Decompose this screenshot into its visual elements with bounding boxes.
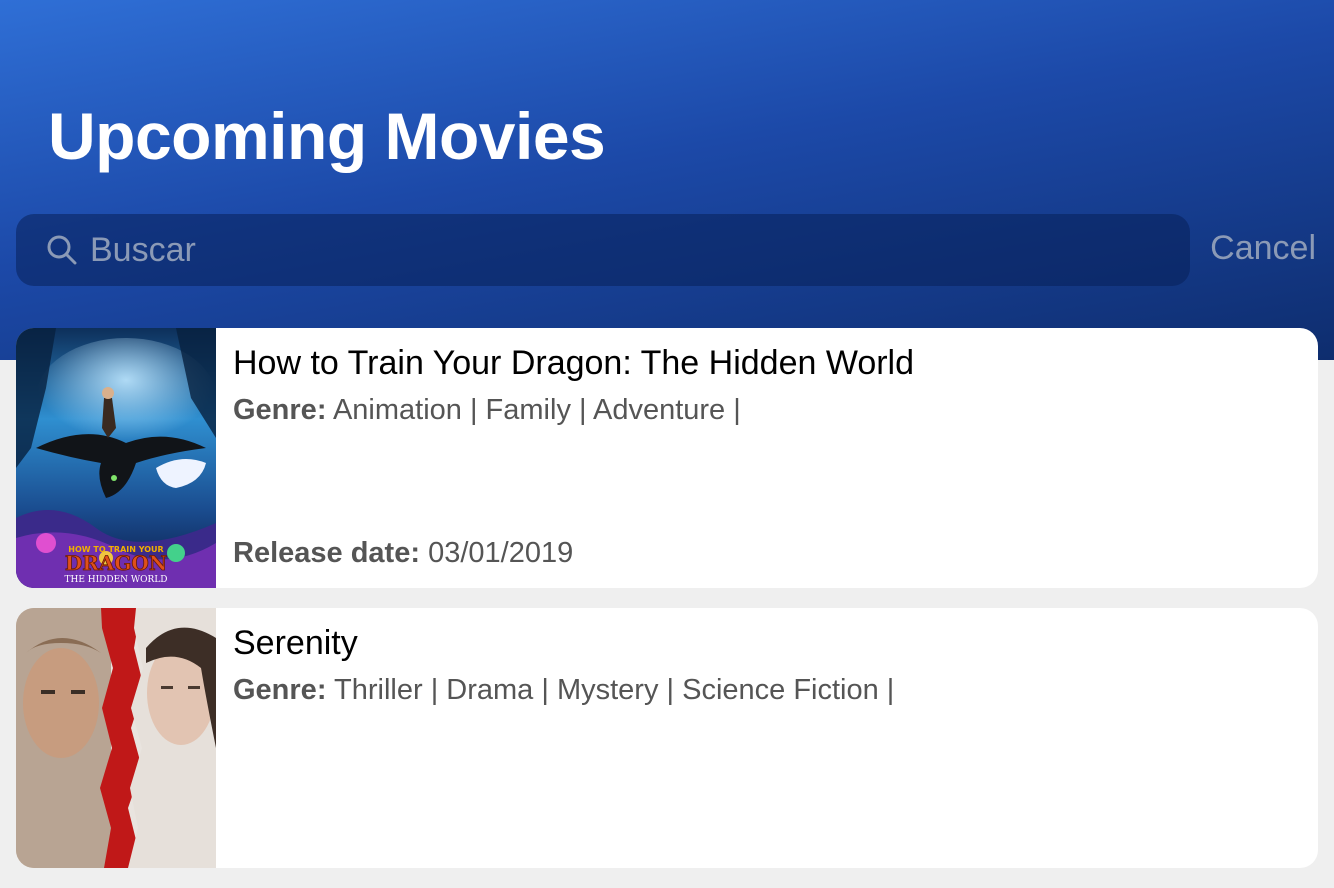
- header: Upcoming Movies Cancel: [0, 0, 1334, 360]
- movie-title: Serenity: [233, 624, 358, 662]
- search-input[interactable]: [90, 226, 1170, 274]
- movie-poster: HOW TO TRAIN YOUR DRAGON THE HIDDEN WORL…: [16, 328, 216, 588]
- cancel-button[interactable]: Cancel: [1210, 229, 1316, 268]
- poster-title: DRAGON: [65, 551, 167, 575]
- genre-value: Thriller | Drama | Mystery | Science Fic…: [334, 674, 895, 706]
- genre-label: Genre:: [233, 394, 327, 426]
- movie-poster: [16, 608, 216, 868]
- poster-subtitle: THE HIDDEN WORLD: [64, 575, 167, 585]
- movie-genre: Genre: Animation | Family | Adventure |: [233, 394, 741, 427]
- search-bar[interactable]: [16, 214, 1190, 286]
- page-title: Upcoming Movies: [48, 99, 606, 173]
- genre-value: Animation | Family | Adventure |: [332, 394, 741, 426]
- movie-card[interactable]: HOW TO TRAIN YOUR DRAGON THE HIDDEN WORL…: [16, 328, 1318, 588]
- movie-release: Release date: 03/01/2019: [233, 537, 573, 570]
- movie-card[interactable]: Serenity Genre: Thriller | Drama | Myste…: [16, 608, 1318, 868]
- movie-genre: Genre: Thriller | Drama | Mystery | Scie…: [233, 674, 894, 707]
- release-value: 03/01/2019: [428, 537, 574, 569]
- release-label: Release date:: [233, 537, 420, 569]
- search-icon: [47, 235, 77, 265]
- genre-label: Genre:: [233, 674, 327, 706]
- movie-list: HOW TO TRAIN YOUR DRAGON THE HIDDEN WORL…: [16, 328, 1318, 888]
- movie-title: How to Train Your Dragon: The Hidden Wor…: [233, 344, 915, 382]
